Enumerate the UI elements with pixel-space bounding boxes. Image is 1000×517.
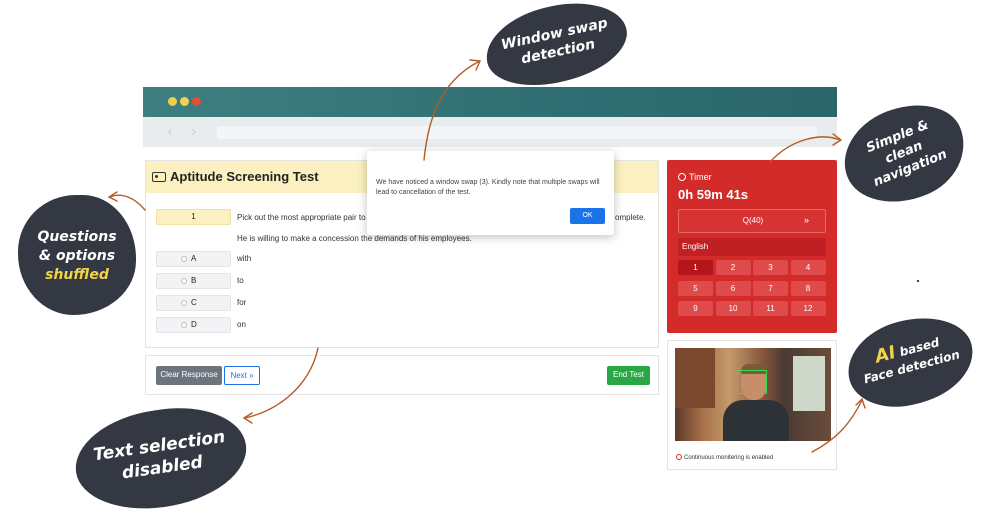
callout-line: & options xyxy=(38,248,116,264)
option-letter: C xyxy=(191,298,197,307)
webcam-feed xyxy=(675,348,831,441)
id-card-icon xyxy=(152,172,166,182)
option-a[interactable]: A xyxy=(156,251,231,267)
expand-icon[interactable]: » xyxy=(804,215,809,225)
alert-message: We have noticed a window swap (3). Kindl… xyxy=(376,179,600,196)
speck xyxy=(917,280,919,282)
radio-icon[interactable] xyxy=(181,256,187,262)
question-nav-button[interactable]: 7 xyxy=(753,280,788,296)
alert-circle-icon xyxy=(676,454,682,460)
callout-questions: Questions & options shuffled xyxy=(18,195,136,315)
question-nav-button[interactable]: 8 xyxy=(790,280,826,296)
arrowhead-questions xyxy=(107,191,118,202)
test-title-text: Aptitude Screening Test xyxy=(170,169,319,184)
arrowhead-window-swap xyxy=(469,59,482,71)
clear-response-button[interactable]: Clear Response xyxy=(156,366,222,385)
language-select[interactable]: English xyxy=(678,238,826,256)
callout-line-highlight: shuffled xyxy=(18,266,136,285)
question-text-tail: omplete. xyxy=(615,213,646,222)
option-d[interactable]: D xyxy=(156,317,231,333)
callout-navigation: Simple & clean navigation xyxy=(830,88,979,220)
timer-value: 0h 59m 41s xyxy=(678,187,749,202)
option-text: with xyxy=(237,254,252,263)
option-text: to xyxy=(237,276,244,285)
callout-text-selection: Text selection disabled xyxy=(69,398,253,517)
browser-toolbar: ‹ › xyxy=(143,117,837,147)
radio-icon[interactable] xyxy=(181,322,187,328)
next-button[interactable]: Next » xyxy=(224,366,260,385)
forward-icon[interactable]: › xyxy=(191,124,197,140)
option-letter: A xyxy=(191,254,197,263)
question-nav-button[interactable]: 3 xyxy=(753,260,788,275)
address-bar[interactable] xyxy=(217,126,817,139)
webcam-person-body xyxy=(723,400,789,441)
question-nav-button[interactable]: 6 xyxy=(715,280,751,296)
question-sentence: He is willing to make a concession the d… xyxy=(237,234,472,243)
camera-panel: Continuous monitering is enabled xyxy=(667,340,837,470)
question-nav-button[interactable]: 4 xyxy=(790,260,826,275)
webcam-window xyxy=(793,356,825,411)
ok-button[interactable]: OK xyxy=(570,208,605,224)
option-letter: B xyxy=(191,276,197,285)
question-grid: 1 2 3 4 5 6 7 8 9 10 11 12 xyxy=(678,260,826,327)
webcam-bookshelf xyxy=(675,348,715,408)
question-number-badge: 1 xyxy=(156,209,231,225)
timer-panel: Timer 0h 59m 41s Q(40) » English 1234567… xyxy=(667,160,837,333)
question-text: Pick out the most appropriate pair to f xyxy=(237,213,370,222)
callout-line: Questions xyxy=(37,229,117,245)
question-nav-button[interactable]: 1 xyxy=(678,260,713,275)
option-text: on xyxy=(237,320,246,329)
timer-label: Timer xyxy=(678,172,712,182)
browser-title-bar xyxy=(143,87,837,117)
page-title: Aptitude Screening Test xyxy=(152,169,319,184)
question-nav-button[interactable]: 11 xyxy=(753,301,788,316)
question-nav-button[interactable]: 5 xyxy=(678,280,713,296)
clock-icon xyxy=(678,173,686,181)
question-nav-button[interactable]: 10 xyxy=(715,301,751,316)
back-icon[interactable]: ‹ xyxy=(167,124,173,140)
timer-label-text: Timer xyxy=(689,172,712,182)
question-nav-button[interactable]: 2 xyxy=(715,260,751,275)
question-nav-button[interactable]: 9 xyxy=(678,301,713,316)
question-count-toggle[interactable]: Q(40) » xyxy=(678,209,826,233)
face-detection-box xyxy=(737,370,767,394)
radio-icon[interactable] xyxy=(181,278,187,284)
monitoring-status: Continuous monitering is enabled xyxy=(676,454,773,461)
radio-icon[interactable] xyxy=(181,300,187,306)
monitoring-status-text: Continuous monitering is enabled xyxy=(684,455,774,461)
window-dot-icon[interactable] xyxy=(168,97,177,106)
arrowhead-text-selection xyxy=(242,412,253,424)
option-letter: D xyxy=(191,320,197,329)
option-text: for xyxy=(237,298,247,307)
option-c[interactable]: C xyxy=(156,295,231,311)
window-dot-icon[interactable] xyxy=(180,97,189,106)
browser-window: ‹ › xyxy=(143,87,837,147)
window-close-icon[interactable] xyxy=(192,97,201,106)
option-b[interactable]: B xyxy=(156,273,231,289)
callout-highlight: shuffled xyxy=(45,267,109,283)
action-bar: Clear Response Next » End Test xyxy=(145,355,659,395)
window-swap-alert: We have noticed a window swap (3). Kindl… xyxy=(367,151,614,235)
callout-ai-face-detection: AI based Face detection xyxy=(838,304,983,420)
arrowhead-ai xyxy=(855,397,866,409)
end-test-button[interactable]: End Test xyxy=(607,366,650,385)
question-nav-button[interactable]: 12 xyxy=(790,301,826,316)
callout-window-swap: Window swap detection xyxy=(478,0,635,97)
